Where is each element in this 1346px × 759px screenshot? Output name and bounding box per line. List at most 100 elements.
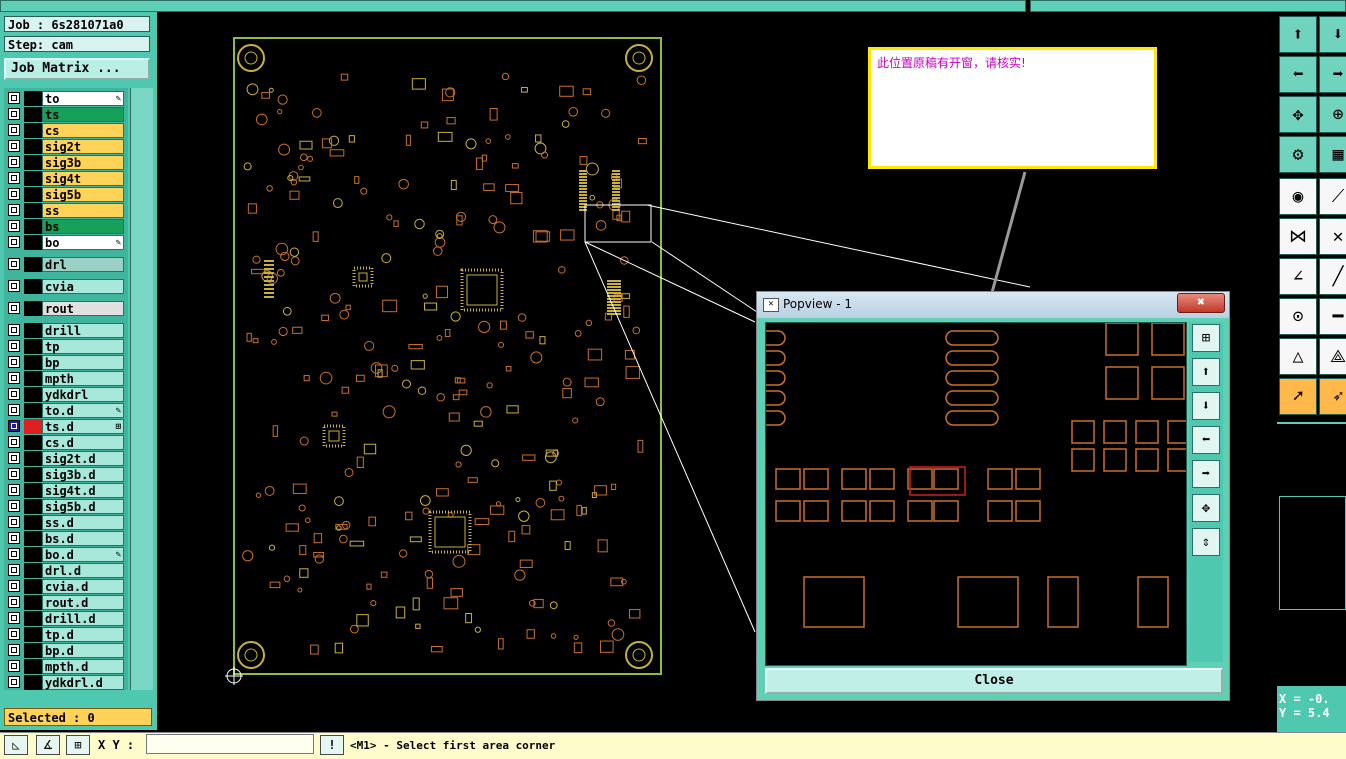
layer-checkbox[interactable] xyxy=(8,220,20,232)
layer-checkbox[interactable] xyxy=(8,628,20,640)
layer-name[interactable]: tp xyxy=(42,339,124,354)
zoom-fit-icon[interactable]: ⊞ xyxy=(1192,324,1220,352)
window-close-button[interactable]: ✖ xyxy=(1177,293,1225,313)
layer-row[interactable]: rout.d xyxy=(6,595,126,610)
layer-row[interactable]: rout xyxy=(6,301,126,316)
layer-checkbox[interactable] xyxy=(8,420,20,432)
layer-row[interactable]: ydkdrl.d xyxy=(6,675,126,690)
layer-checkbox[interactable] xyxy=(8,340,20,352)
layer-checkbox[interactable] xyxy=(8,644,20,656)
warning-icon[interactable]: ! xyxy=(320,735,344,755)
annotation-note[interactable]: 此位置原稿有开窗，请核实! xyxy=(868,47,1157,169)
layer-name[interactable]: ss xyxy=(42,203,124,218)
layer-name[interactable]: sig2t.d xyxy=(42,451,124,466)
layer-checkbox[interactable] xyxy=(8,172,20,184)
layer-name[interactable]: bp xyxy=(42,355,124,370)
layer-row[interactable]: ts xyxy=(6,107,126,122)
layer-name[interactable]: drill.d xyxy=(42,611,124,626)
layer-row[interactable]: sig5b xyxy=(6,187,126,202)
layer-row[interactable]: sig2t xyxy=(6,139,126,154)
layer-checkbox[interactable] xyxy=(8,548,20,560)
layer-checkbox[interactable] xyxy=(8,188,20,200)
layer-row[interactable]: tp.d xyxy=(6,627,126,642)
layer-row[interactable]: cs xyxy=(6,123,126,138)
layer-checkbox[interactable] xyxy=(8,676,20,688)
grid-snap-icon[interactable]: ⊞ xyxy=(66,735,90,755)
layer-name[interactable]: cvia xyxy=(42,279,124,294)
layer-name[interactable]: sig5b xyxy=(42,187,124,202)
layer-checkbox[interactable] xyxy=(8,204,20,216)
layer-checkbox[interactable] xyxy=(8,436,20,448)
layer-checkbox[interactable] xyxy=(8,258,20,270)
layer-row[interactable]: ss xyxy=(6,203,126,218)
layer-row[interactable]: ss.d xyxy=(6,515,126,530)
layer-checkbox[interactable] xyxy=(8,612,20,624)
pan-down-icon[interactable]: ⬇ xyxy=(1319,16,1346,53)
layer-name[interactable]: ts xyxy=(42,107,124,122)
layer-name[interactable]: rout xyxy=(42,301,124,316)
layer-row[interactable]: to.d ✎ xyxy=(6,403,126,418)
layer-name[interactable]: sig5b.d xyxy=(42,499,124,514)
layer-checkbox[interactable] xyxy=(8,516,20,528)
layer-name[interactable]: cs.d xyxy=(42,435,124,450)
layer-name[interactable]: bs xyxy=(42,219,124,234)
zoom-out-icon[interactable]: ⇕ xyxy=(1192,528,1220,556)
zoom-in-icon[interactable]: ✥ xyxy=(1192,494,1220,522)
horizontal-icon[interactable]: ━ xyxy=(1319,298,1346,335)
popview-window[interactable]: ✕ Popview - 1 ✖ ⊞ ⬆ ⬇ ⬅ ➡ ✥ ⇕ Close xyxy=(756,291,1230,701)
layer-row[interactable]: tp xyxy=(6,339,126,354)
zoom-area-icon[interactable]: ⊕ xyxy=(1319,96,1346,133)
layer-checkbox[interactable] xyxy=(8,596,20,608)
net-icon[interactable]: ⋈ xyxy=(1279,218,1317,255)
layer-row[interactable]: sig4t xyxy=(6,171,126,186)
point-icon[interactable]: ⊙ xyxy=(1279,298,1317,335)
layer-checkbox[interactable] xyxy=(8,156,20,168)
layer-checkbox[interactable] xyxy=(8,124,20,136)
layer-row[interactable]: sig3b.d xyxy=(6,467,126,482)
layer-row[interactable]: cvia.d xyxy=(6,579,126,594)
angle-icon[interactable]: ∠ xyxy=(1279,258,1317,295)
grid-icon[interactable]: ▦ xyxy=(1319,136,1346,173)
layer-checkbox[interactable] xyxy=(8,564,20,576)
layer-row[interactable]: mpth xyxy=(6,371,126,386)
settings-icon[interactable]: ⚙ xyxy=(1279,136,1317,173)
pan-up-icon[interactable]: ⬆ xyxy=(1192,358,1220,386)
layer-name[interactable]: ts.d ⊞ xyxy=(42,419,124,434)
layer-row[interactable]: sig5b.d xyxy=(6,499,126,514)
layer-checkbox[interactable] xyxy=(8,580,20,592)
layer-row[interactable]: ts.d ⊞ xyxy=(6,419,126,434)
layer-name[interactable]: ydkdrl.d xyxy=(42,675,124,690)
layer-checkbox[interactable] xyxy=(8,302,20,314)
layer-name[interactable]: ss.d xyxy=(42,515,124,530)
measure-icon[interactable]: ⟋ xyxy=(1319,178,1346,215)
layer-row[interactable]: drl.d xyxy=(6,563,126,578)
layer-name[interactable]: mpth xyxy=(42,371,124,386)
layer-row[interactable]: bs xyxy=(6,219,126,234)
pan-left-icon[interactable]: ⬅ xyxy=(1192,426,1220,454)
layer-row[interactable]: bs.d xyxy=(6,531,126,546)
job-matrix-button[interactable]: Job Matrix ... xyxy=(4,58,150,80)
layer-row[interactable]: bo.d ✎ xyxy=(6,547,126,562)
pointer-select-icon[interactable]: ➶ xyxy=(1319,378,1346,415)
layer-checkbox[interactable] xyxy=(8,532,20,544)
triangle-alt-icon[interactable]: ⟁ xyxy=(1319,338,1346,375)
snap-icon[interactable]: ◺ xyxy=(4,735,28,755)
layer-row[interactable]: to ✎ xyxy=(6,91,126,106)
layer-row[interactable]: bp.d xyxy=(6,643,126,658)
layer-name[interactable]: ydkdrl xyxy=(42,387,124,402)
layer-checkbox[interactable] xyxy=(8,236,20,248)
layer-row[interactable]: bo ✎ xyxy=(6,235,126,250)
layer-checkbox[interactable] xyxy=(8,660,20,672)
zoom-in-icon[interactable]: ✥ xyxy=(1279,96,1317,133)
pan-right-icon[interactable]: ➡ xyxy=(1192,460,1220,488)
layer-checkbox[interactable] xyxy=(8,388,20,400)
layer-checkbox[interactable] xyxy=(8,372,20,384)
xy-input[interactable] xyxy=(146,734,314,754)
layer-name[interactable]: tp.d xyxy=(42,627,124,642)
layer-name[interactable]: rout.d xyxy=(42,595,124,610)
layer-name[interactable]: cs xyxy=(42,123,124,138)
layer-row[interactable]: cvia xyxy=(6,279,126,294)
pointer-icon[interactable]: ➚ xyxy=(1279,378,1317,415)
layer-name[interactable]: drill xyxy=(42,323,124,338)
layer-checkbox[interactable] xyxy=(8,140,20,152)
